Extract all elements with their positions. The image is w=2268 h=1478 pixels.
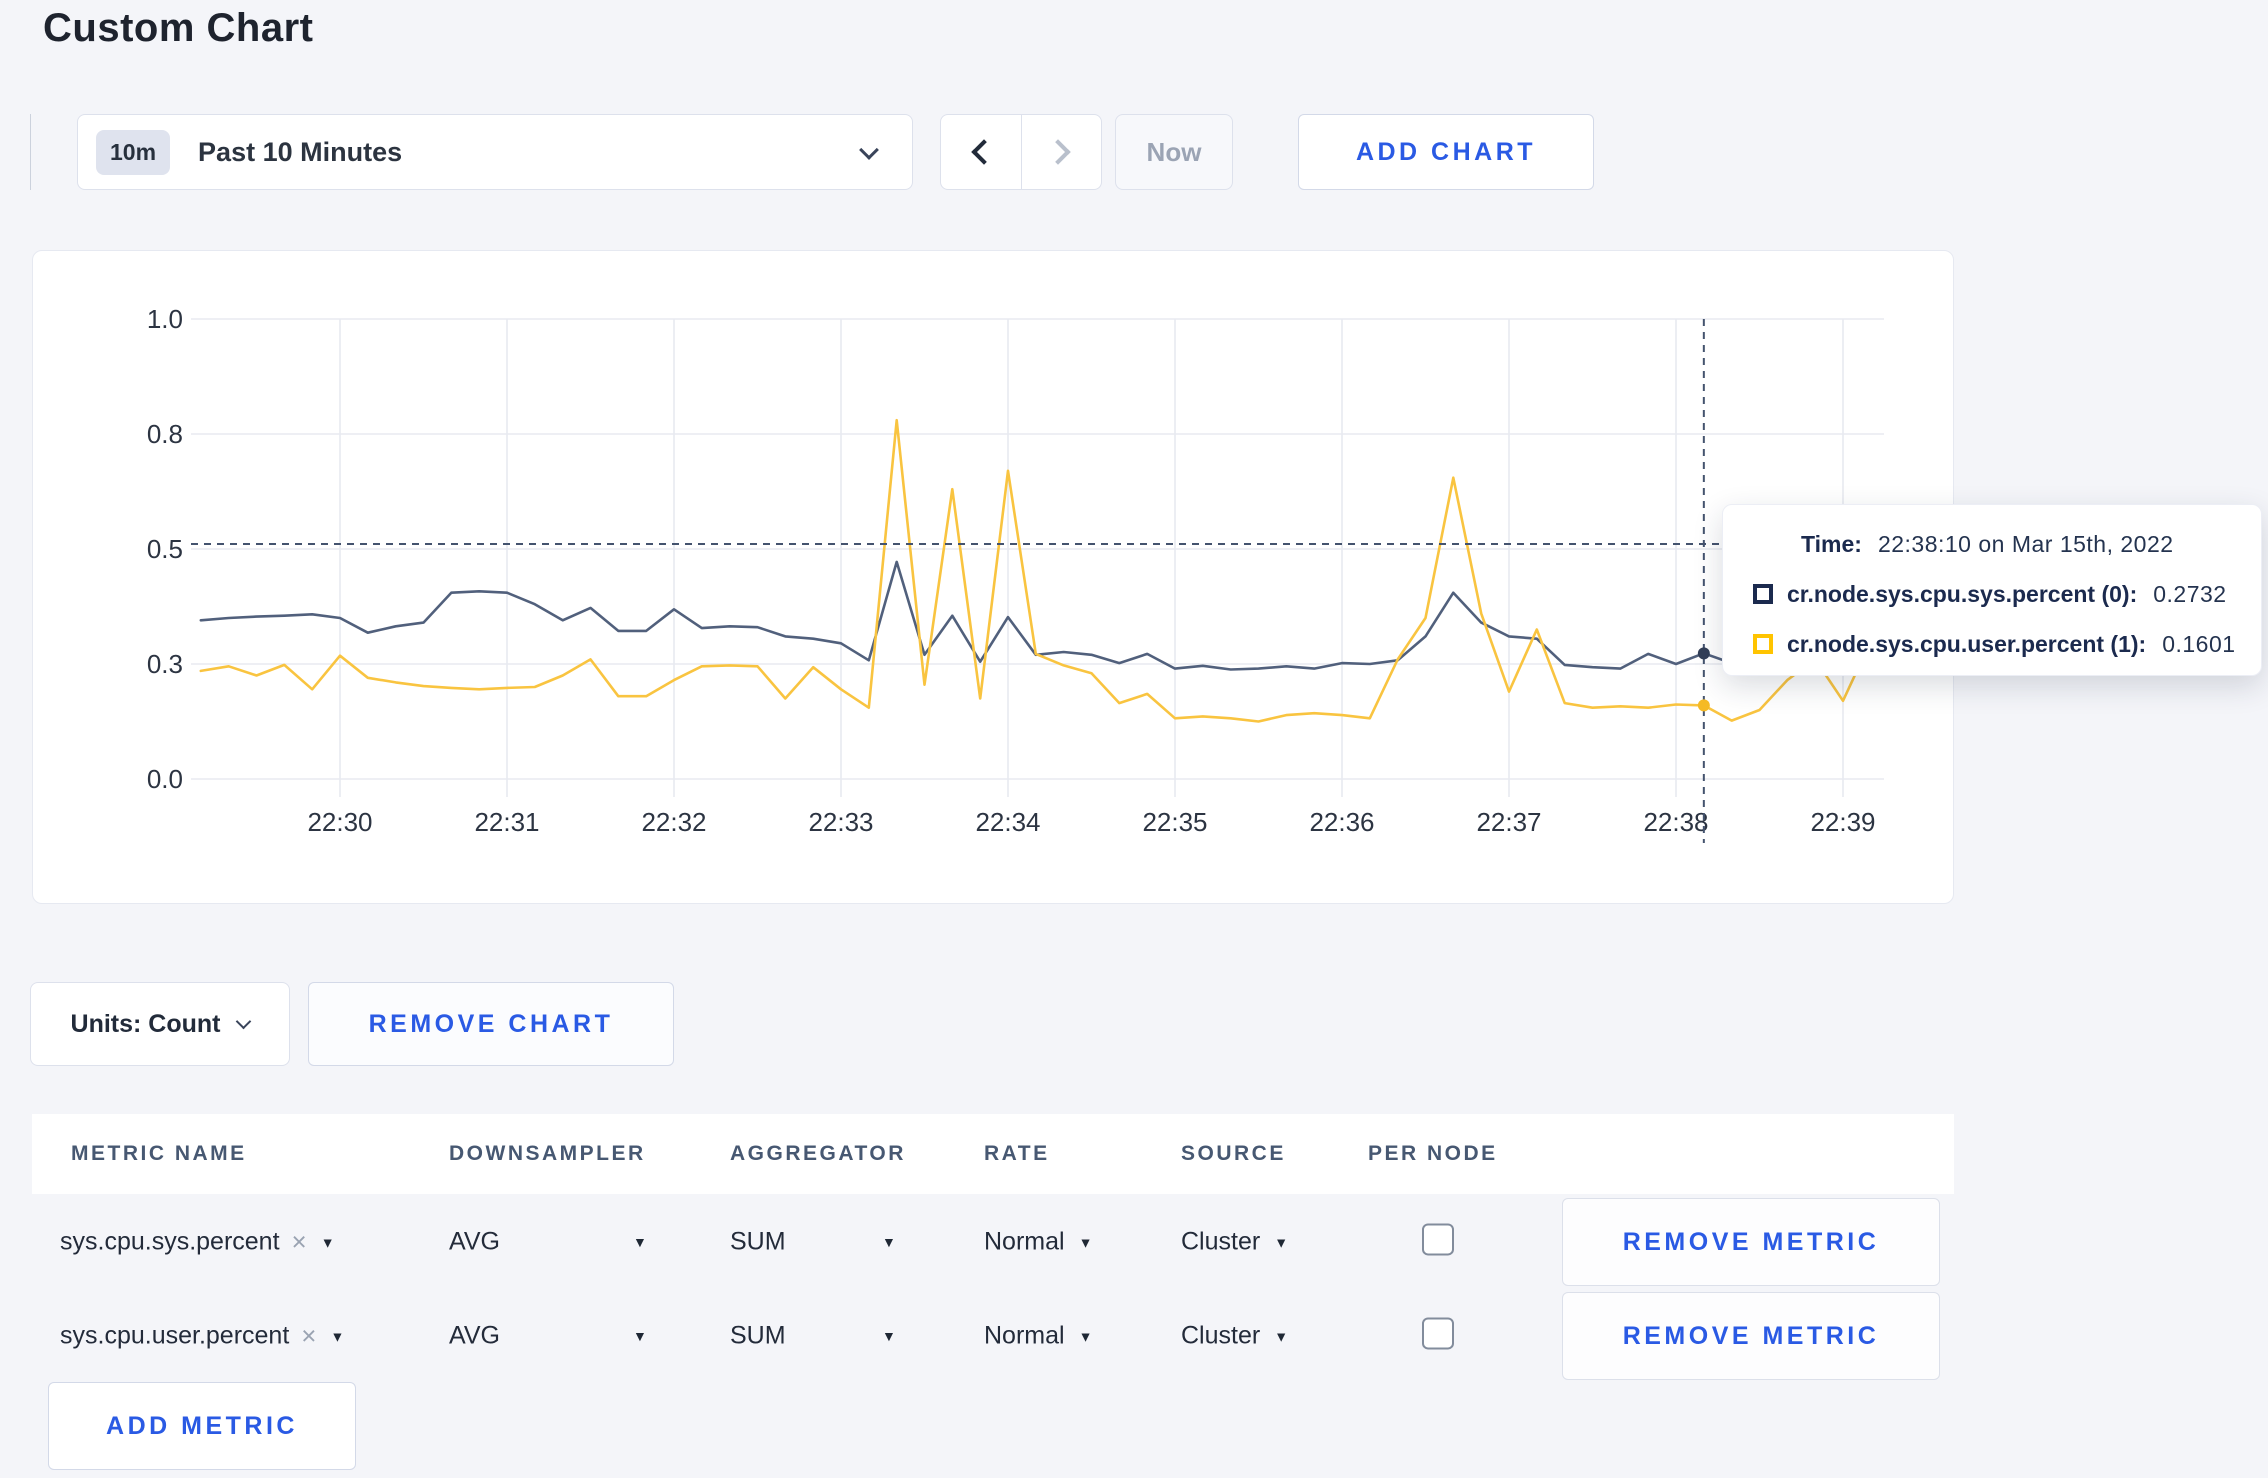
chevron-right-icon [1045,139,1071,165]
timescale-label: Past 10 Minutes [198,136,403,167]
chevron-down-icon [236,1013,252,1029]
x-axis-tick-label: 22:35 [1142,807,1207,837]
header-per-node: PER NODE [1368,1142,1498,1165]
y-axis-tick-label: 0.0 [147,764,183,794]
downsampler-dropdown[interactable]: AVG [449,1322,500,1351]
table-row: sys.cpu.sys.percent × ▼ AVG ▼ SUM ▼ Norm… [32,1196,1954,1288]
caret-down-icon: ▼ [1078,1328,1093,1344]
units-dropdown[interactable]: Units: Count [30,982,290,1066]
add-metric-button[interactable]: ADD METRIC [48,1382,356,1470]
tooltip-time-label: Time: [1801,530,1862,557]
tooltip-series-label: cr.node.sys.cpu.sys.percent (0): [1787,580,2138,607]
tooltip-time-row: Time: 22:38:10 on Mar 15th, 2022 [1723,529,2261,559]
crosshair-dot-1 [1697,699,1710,712]
sys-series-swatch-icon [1753,584,1773,604]
user-series-swatch-icon [1753,634,1773,654]
x-axis-tick-label: 22:30 [307,807,372,837]
rate-value: Normal [984,1227,1065,1256]
remove-chart-button[interactable]: REMOVE CHART [308,982,674,1066]
tooltip-time-value: 22:38:10 on Mar 15th, 2022 [1877,530,2174,557]
crosshair-dot-0 [1697,647,1710,660]
metric-name-dropdown[interactable]: sys.cpu.user.percent × ▼ [60,1321,344,1352]
downsampler-value: AVG [449,1227,500,1256]
header-aggregator: AGGREGATOR [730,1142,906,1165]
source-value: Cluster [1181,1227,1261,1256]
x-axis-tick-label: 22:39 [1810,807,1875,837]
tooltip-series-row: cr.node.sys.cpu.user.percent (1): 0.1601 [1723,629,2261,659]
chart-card: 0.0 0.3 0.5 0.8 1.0 22:30 22:31 22:32 22:33 22:34… [32,250,1954,904]
aggregator-dropdown[interactable]: SUM [730,1228,786,1257]
series-line-1 [199,418,1873,723]
aggregator-value: SUM [730,1321,786,1350]
caret-down-icon[interactable]: ▼ [633,1328,647,1344]
toolbar-divider [30,114,31,190]
tooltip-series-value: 0.1601 [2162,630,2236,657]
metric-name-value: sys.cpu.sys.percent [60,1227,280,1256]
table-row: sys.cpu.user.percent × ▼ AVG ▼ SUM ▼ Nor… [32,1290,1954,1382]
add-chart-button[interactable]: ADD CHART [1298,114,1594,190]
caret-down-icon[interactable]: ▼ [633,1234,647,1250]
downsampler-dropdown[interactable]: AVG [449,1228,500,1257]
metrics-table-header: METRIC NAME DOWNSAMPLER AGGREGATOR RATE … [32,1114,1954,1194]
chart-canvas[interactable]: 0.0 0.3 0.5 0.8 1.0 22:30 22:31 22:32 22:33 22:34… [33,251,1955,905]
x-axis-tick-label: 22:32 [641,807,706,837]
prev-timespan-button[interactable] [941,115,1021,189]
tooltip-series-value: 0.2732 [2153,580,2227,607]
caret-down-icon: ▼ [330,1328,345,1344]
header-downsampler: DOWNSAMPLER [449,1142,646,1165]
caret-down-icon[interactable]: ▼ [882,1234,896,1250]
timescale-dropdown[interactable]: 10m Past 10 Minutes [77,114,913,190]
clear-metric-icon[interactable]: × [292,1227,307,1258]
x-axis-tick-label: 22:36 [1309,807,1374,837]
rate-dropdown[interactable]: Normal ▼ [984,1228,1092,1257]
source-dropdown[interactable]: Cluster ▼ [1181,1322,1288,1351]
y-axis-tick-label: 0.8 [147,419,183,449]
rate-value: Normal [984,1321,1065,1350]
page-title: Custom Chart [43,6,314,50]
custom-chart-page: Custom Chart 10m Past 10 Minutes Now ADD… [0,0,2268,1478]
tooltip-series-row: cr.node.sys.cpu.sys.percent (0): 0.2732 [1723,579,2261,609]
caret-down-icon: ▼ [320,1234,335,1250]
aggregator-value: SUM [730,1227,786,1256]
caret-down-icon[interactable]: ▼ [882,1328,896,1344]
caret-down-icon: ▼ [1274,1234,1289,1250]
source-dropdown[interactable]: Cluster ▼ [1181,1228,1288,1257]
timescale-badge: 10m [96,129,171,175]
time-nav-group [940,114,1102,190]
x-axis-tick-label: 22:33 [808,807,873,837]
x-axis-tick-label: 22:34 [975,807,1040,837]
per-node-checkbox[interactable] [1422,1223,1454,1256]
header-metric-name: METRIC NAME [71,1142,247,1165]
now-button[interactable]: Now [1115,114,1233,190]
x-axis-tick-label: 22:38 [1643,807,1708,837]
source-value: Cluster [1181,1321,1261,1350]
next-timespan-button[interactable] [1020,115,1102,189]
rate-dropdown[interactable]: Normal ▼ [984,1322,1092,1351]
chart-tooltip: Time: 22:38:10 on Mar 15th, 2022 cr.node… [1722,504,2262,676]
chevron-down-icon [859,140,879,160]
metric-name-dropdown[interactable]: sys.cpu.sys.percent × ▼ [60,1227,335,1258]
x-axis-tick-label: 22:31 [474,807,539,837]
x-axis-tick-label: 22:37 [1476,807,1541,837]
aggregator-dropdown[interactable]: SUM [730,1322,786,1351]
remove-metric-button[interactable]: REMOVE METRIC [1562,1292,1940,1380]
tooltip-series-label: cr.node.sys.cpu.user.percent (1): [1787,630,2147,657]
header-source: SOURCE [1181,1142,1286,1165]
remove-metric-button[interactable]: REMOVE METRIC [1562,1198,1940,1286]
metric-name-value: sys.cpu.user.percent [60,1321,290,1350]
header-rate: RATE [984,1142,1050,1165]
caret-down-icon: ▼ [1078,1234,1093,1250]
clear-metric-icon[interactable]: × [301,1321,316,1352]
downsampler-value: AVG [449,1321,500,1350]
y-axis-tick-label: 1.0 [147,304,183,334]
chevron-left-icon [971,139,997,165]
y-axis-tick-label: 0.3 [147,649,183,679]
caret-down-icon: ▼ [1274,1328,1289,1344]
y-axis-tick-label: 0.5 [147,534,183,564]
units-label: Units: Count [70,1009,221,1038]
per-node-checkbox[interactable] [1422,1317,1454,1350]
